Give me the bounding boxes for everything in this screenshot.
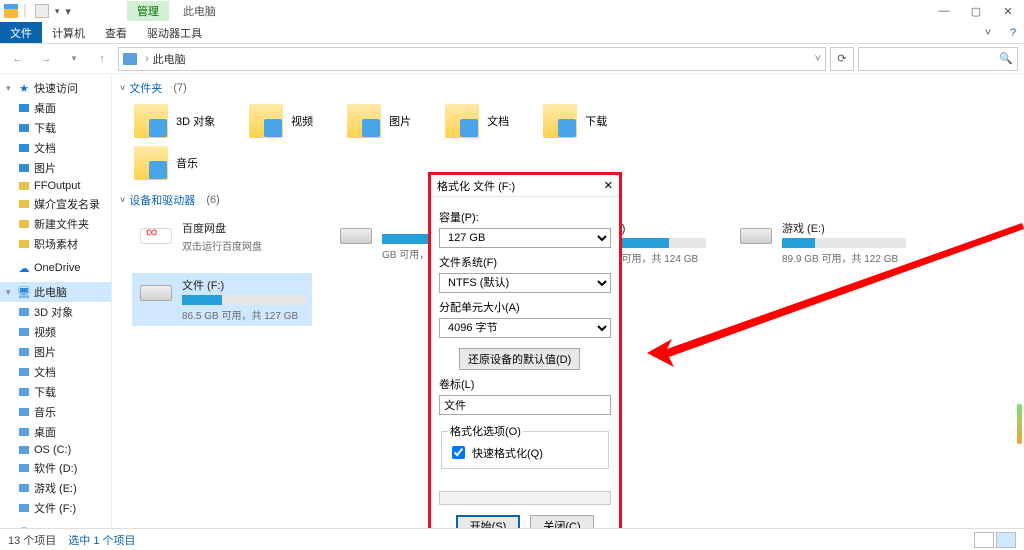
ribbon-tabs: 文件 计算机 查看 驱动器工具 ˅ ?: [0, 22, 1024, 44]
pc-icon: [123, 53, 137, 65]
status-selection-count: 选中 1 个项目: [68, 532, 135, 548]
view-large-icons-button[interactable]: [996, 532, 1016, 548]
address-bar[interactable]: › 此电脑 ˅: [118, 47, 826, 71]
qat-properties-icon[interactable]: [35, 4, 49, 18]
tree-pc-item[interactable]: 文档: [0, 362, 111, 382]
tree-quick-access[interactable]: ▾★快速访问: [0, 78, 111, 98]
drive-item[interactable]: 游戏 (E:)89.9 GB 可用，共 122 GB: [732, 216, 912, 269]
allocation-select[interactable]: 4096 字节: [439, 318, 611, 338]
capacity-select[interactable]: 127 GB: [439, 228, 611, 248]
group-folders-header[interactable]: ˅文件夹 (7): [112, 74, 1024, 102]
nav-bar: ← → ▾ ↑ › 此电脑 ˅ ⟳ 🔍: [0, 44, 1024, 74]
qat-divider: │: [22, 5, 29, 17]
ribbon-expand-button[interactable]: ˅: [974, 22, 1002, 43]
title-bar: │ ▾ ▾ 管理 此电脑 — ▢ ✕: [0, 0, 1024, 22]
filesystem-select[interactable]: NTFS (默认): [439, 273, 611, 293]
tree-onedrive[interactable]: ☁OneDrive: [0, 260, 111, 276]
ribbon-tab-drive-tools[interactable]: 驱动器工具: [137, 22, 212, 43]
allocation-label: 分配单元大小(A): [439, 299, 611, 315]
tree-quick-item[interactable]: 职场素材: [0, 234, 111, 254]
dialog-title: 格式化 文件 (F:): [437, 178, 515, 194]
search-icon: 🔍: [999, 52, 1013, 65]
maximize-button[interactable]: ▢: [960, 0, 992, 22]
start-button[interactable]: 开始(S): [456, 515, 520, 528]
folder-item[interactable]: 音乐: [132, 144, 200, 182]
volume-label-input[interactable]: [439, 395, 611, 415]
tree-quick-item[interactable]: 媒介宣发名录: [0, 194, 111, 214]
nav-tree[interactable]: ▾★快速访问 桌面下载文档图片FFOutput媒介宣发名录新建文件夹职场素材 ☁…: [0, 74, 112, 528]
refresh-button[interactable]: ⟳: [830, 47, 854, 71]
quick-format-checkbox[interactable]: [452, 446, 465, 459]
tree-pc-item[interactable]: OS (C:): [0, 442, 111, 458]
tree-quick-item[interactable]: 桌面: [0, 98, 111, 118]
folder-item[interactable]: 图片: [345, 102, 413, 140]
device-baidu-netdisk[interactable]: ∞ 百度网盘 双击运行百度网盘: [132, 216, 312, 269]
filesystem-label: 文件系统(F): [439, 254, 611, 270]
folder-item[interactable]: 文档: [443, 102, 511, 140]
nav-recent-button[interactable]: ▾: [62, 47, 86, 71]
nav-forward-button[interactable]: →: [34, 47, 58, 71]
tree-pc-item[interactable]: 游戏 (E:): [0, 478, 111, 498]
ribbon-tab-view[interactable]: 查看: [95, 22, 137, 43]
folder-item[interactable]: 3D 对象: [132, 102, 217, 140]
contextual-tab-manage[interactable]: 管理: [127, 1, 169, 21]
folder-item[interactable]: 视频: [247, 102, 315, 140]
view-details-button[interactable]: [974, 532, 994, 548]
tree-quick-item[interactable]: 文档: [0, 138, 111, 158]
search-box[interactable]: 🔍: [858, 47, 1018, 71]
format-progress-bar: [439, 491, 611, 505]
tree-pc-item[interactable]: 视频: [0, 322, 111, 342]
tree-pc-item[interactable]: 3D 对象: [0, 302, 111, 322]
minimize-button[interactable]: —: [928, 0, 960, 22]
tree-quick-item[interactable]: 下载: [0, 118, 111, 138]
tree-pc-item[interactable]: 图片: [0, 342, 111, 362]
tree-pc-item[interactable]: 软件 (D:): [0, 458, 111, 478]
tree-pc-item[interactable]: 桌面: [0, 422, 111, 442]
scrollbar-accent: [1017, 404, 1022, 444]
app-icon: [4, 4, 18, 18]
tree-quick-item[interactable]: FFOutput: [0, 178, 111, 194]
dialog-close-button[interactable]: ✕: [604, 179, 613, 192]
quick-format-option[interactable]: 快速格式化(Q): [448, 443, 602, 462]
nav-back-button[interactable]: ←: [6, 47, 30, 71]
close-button[interactable]: ✕: [992, 0, 1024, 22]
status-item-count: 13 个项目: [8, 532, 56, 548]
close-format-button[interactable]: 关闭(C): [530, 515, 594, 528]
tree-pc-item[interactable]: 文件 (F:): [0, 498, 111, 518]
window-title: 此电脑: [183, 3, 216, 19]
format-dialog: 格式化 文件 (F:) ✕ 容量(P): 127 GB 文件系统(F) NTFS…: [428, 172, 622, 528]
tree-quick-item[interactable]: 新建文件夹: [0, 214, 111, 234]
qat-dropdown-icon[interactable]: ▾: [55, 6, 60, 17]
ribbon-tab-computer[interactable]: 计算机: [42, 22, 95, 43]
qat-overflow[interactable]: ▾: [65, 5, 71, 18]
drive-item[interactable]: 文件 (F:)86.5 GB 可用，共 127 GB: [132, 273, 312, 326]
tree-quick-item[interactable]: 图片: [0, 158, 111, 178]
crumb-root[interactable]: 此电脑: [153, 51, 186, 67]
address-dropdown-icon[interactable]: ˅: [815, 53, 821, 65]
folder-item[interactable]: 下载: [541, 102, 609, 140]
status-bar: 13 个项目 选中 1 个项目: [0, 528, 1024, 550]
volume-label-caption: 卷标(L): [439, 376, 611, 392]
capacity-label: 容量(P):: [439, 209, 611, 225]
content-area: ˅文件夹 (7) 3D 对象视频图片文档下载 音乐 ˅设备和驱动器 (6) ∞ …: [112, 74, 1024, 528]
tree-pc-item[interactable]: 音乐: [0, 402, 111, 422]
ribbon-tab-file[interactable]: 文件: [0, 22, 42, 43]
nav-up-button[interactable]: ↑: [90, 47, 114, 71]
tree-pc-item[interactable]: 下载: [0, 382, 111, 402]
help-button[interactable]: ?: [1002, 22, 1024, 43]
restore-defaults-button[interactable]: 还原设备的默认值(D): [459, 348, 580, 370]
tree-this-pc[interactable]: ▾🖥此电脑: [0, 282, 111, 302]
format-options-legend: 格式化选项(O): [448, 423, 523, 439]
